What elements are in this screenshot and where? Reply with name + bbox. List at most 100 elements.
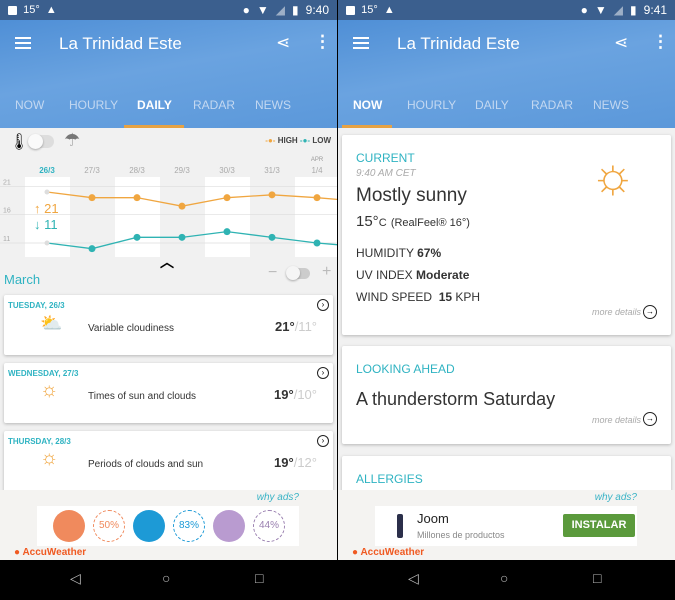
date-label: 31/3: [264, 166, 280, 175]
day-column: [115, 177, 160, 257]
arrow-right-icon[interactable]: →: [643, 305, 657, 319]
day-temps: 19°/10°: [274, 387, 317, 402]
data-point-low: [223, 228, 231, 236]
sun-cloud-icon: ☼: [40, 447, 59, 469]
current-temp: 15°C (RealFeel® 16°): [356, 213, 470, 230]
day-low: /11°: [294, 319, 317, 334]
ad-content[interactable]: 50% 83% 44%: [37, 506, 299, 546]
data-point-low: [268, 233, 276, 241]
data-point-high: [223, 194, 231, 202]
why-ads-link[interactable]: why ads?: [257, 492, 299, 503]
y-tick-label: 21: [3, 179, 11, 186]
joom-logo: [397, 514, 403, 538]
chevron-right-icon[interactable]: ›: [317, 435, 329, 447]
wifi-icon: ▼: [594, 3, 607, 17]
product-image: [213, 510, 245, 542]
tab-now[interactable]: NOW: [15, 98, 44, 112]
share-icon[interactable]: ⋖: [276, 33, 290, 53]
data-point-high: [44, 189, 50, 195]
location-icon: ●: [580, 3, 588, 17]
humidity: HUMIDITY 67%: [356, 246, 442, 260]
image-icon: [346, 5, 355, 15]
looking-ahead-card[interactable]: LOOKING AHEAD A thunderstorm Saturday mo…: [342, 346, 671, 444]
date-label: 1/4: [311, 166, 323, 175]
allergies-label: ALLERGIES: [356, 472, 423, 486]
home-icon[interactable]: ○: [500, 570, 508, 586]
recents-icon[interactable]: □: [255, 570, 263, 586]
back-icon[interactable]: ◁: [408, 570, 419, 587]
tab-radar[interactable]: RADAR: [531, 98, 573, 112]
current-low: ↓ 11: [34, 217, 58, 232]
ad-banner[interactable]: why ads? Joom Millones de productos INST…: [338, 490, 675, 560]
chart-mode-toggle[interactable]: [28, 134, 54, 149]
more-details-link[interactable]: more details: [592, 415, 641, 425]
data-point-high: [313, 194, 321, 202]
y-tick-label: 11: [3, 236, 10, 243]
sim-icon: ◢: [613, 3, 624, 17]
back-icon[interactable]: ◁: [70, 570, 81, 587]
umbrella-icon[interactable]: ☂: [64, 130, 80, 151]
install-button[interactable]: INSTALAR: [563, 514, 635, 537]
more-options-icon[interactable]: ⋮: [314, 32, 331, 52]
chevron-right-icon[interactable]: ›: [317, 367, 329, 379]
tab-radar[interactable]: RADAR: [193, 98, 235, 112]
current-label: CURRENT: [356, 151, 415, 165]
date-label: 28/3: [129, 166, 145, 175]
discount-badge: 50%: [93, 510, 125, 542]
wind-speed: WIND SPEED 15 KPH: [356, 290, 481, 304]
sun-cloud-icon: ☼: [40, 379, 59, 401]
day-condition: Variable cloudiness: [88, 323, 174, 334]
status-bar: 15° ▲ ● ▼ ◢ ▮ 9:40: [0, 0, 337, 20]
daily-screen: 15° ▲ ● ▼ ◢ ▮ 9:40 La Trinidad Este ⋖ ⋮ NOW …: [0, 0, 337, 600]
battery-icon: ▮: [292, 3, 299, 17]
battery-icon: ▮: [630, 3, 637, 17]
arrow-right-icon[interactable]: →: [643, 412, 657, 426]
tab-news[interactable]: NEWS: [593, 98, 629, 112]
day-card[interactable]: WEDNESDAY, 27/3 ☼ Times of sun and cloud…: [4, 363, 333, 423]
date-label: 29/3: [174, 166, 190, 175]
more-options-icon[interactable]: ⋮: [652, 32, 669, 52]
share-icon[interactable]: ⋖: [614, 33, 628, 53]
menu-icon[interactable]: [353, 37, 369, 49]
tab-daily[interactable]: DAILY: [137, 98, 172, 112]
observation-time: 9:40 AM CET: [356, 168, 416, 179]
month-marker: APR: [311, 157, 324, 163]
tab-indicator: [124, 125, 184, 128]
tab-daily[interactable]: DAILY: [475, 98, 509, 112]
app-header: La Trinidad Este ⋖ ⋮ NOW HOURLY DAILY RA…: [0, 20, 337, 128]
ad-subtitle: Millones de productos: [417, 530, 505, 540]
menu-icon[interactable]: [15, 37, 31, 49]
recents-icon[interactable]: □: [593, 570, 601, 586]
zoom-out-icon[interactable]: −: [268, 264, 277, 282]
status-temp: 15°: [23, 4, 40, 16]
discount-badge: 83%: [173, 510, 205, 542]
tab-news[interactable]: NEWS: [255, 98, 291, 112]
tab-hourly[interactable]: HOURLY: [407, 98, 456, 112]
more-details-link[interactable]: more details: [592, 307, 641, 317]
ad-content[interactable]: Joom Millones de productos INSTALAR: [375, 506, 637, 546]
tab-now[interactable]: NOW: [353, 98, 382, 112]
zoom-slider[interactable]: [286, 266, 310, 280]
date-label: 27/3: [84, 166, 100, 175]
tab-hourly[interactable]: HOURLY: [69, 98, 118, 112]
collapse-chart-icon[interactable]: ︿: [160, 252, 174, 272]
ad-app-name: Joom: [417, 511, 449, 526]
day-condition: Times of sun and clouds: [88, 391, 197, 402]
accuweather-logo: ● AccuWeather: [352, 547, 425, 558]
home-icon[interactable]: ○: [162, 570, 170, 586]
legend-low: LOW: [312, 136, 331, 145]
ad-banner[interactable]: why ads? 50% 83% 44% ● AccuWeather: [0, 490, 337, 560]
day-low: /10°: [293, 387, 317, 402]
nav-bar: ◁ ○ □: [338, 560, 675, 600]
day-condition: Periods of clouds and sun: [88, 459, 204, 470]
data-point-high: [88, 194, 96, 202]
chevron-right-icon[interactable]: ›: [317, 299, 329, 311]
mostly-sunny-icon: ☼: [590, 147, 636, 203]
current-card[interactable]: CURRENT 9:40 AM CET Mostly sunny 15°C (R…: [342, 135, 671, 335]
data-point-high: [178, 202, 186, 210]
day-card[interactable]: TUESDAY, 26/3 ⛅ Variable cloudiness 21°/…: [4, 295, 333, 355]
zoom-in-icon[interactable]: +: [322, 263, 331, 281]
location-icon: ●: [242, 3, 250, 17]
date-label: 30/3: [219, 166, 235, 175]
why-ads-link[interactable]: why ads?: [595, 492, 637, 503]
